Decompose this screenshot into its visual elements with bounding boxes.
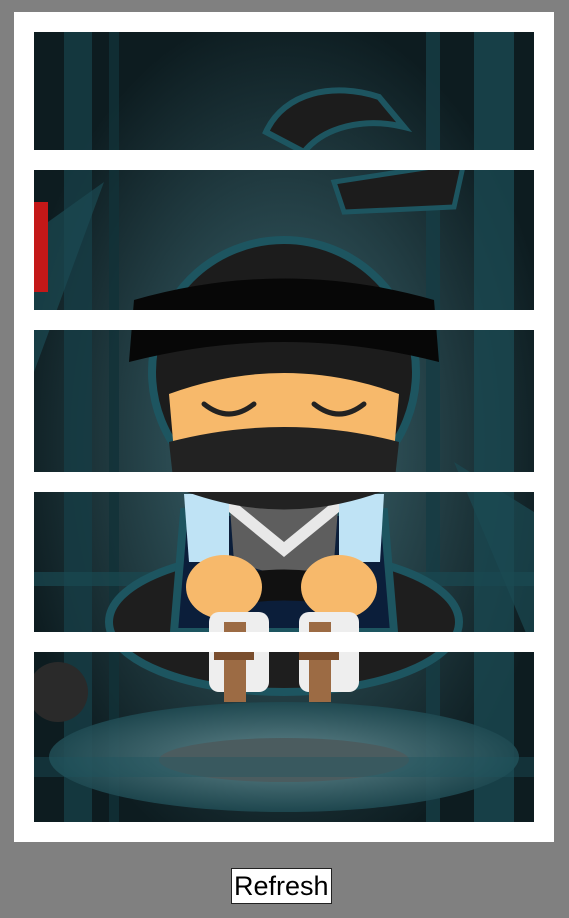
puzzle-piece-5[interactable] — [34, 652, 534, 822]
ninja-scene-image — [34, 32, 534, 150]
puzzle-piece-3[interactable] — [34, 330, 534, 472]
puzzle-piece-1[interactable] — [34, 32, 534, 150]
puzzle-piece-4[interactable] — [34, 492, 534, 632]
puzzle-board — [14, 12, 554, 842]
ninja-scene-image — [34, 492, 534, 632]
puzzle-piece-2[interactable] — [34, 170, 534, 310]
ninja-scene-image — [34, 170, 534, 310]
ninja-scene-image — [34, 330, 534, 472]
ninja-scene-image — [34, 652, 534, 822]
refresh-button[interactable]: Refresh — [231, 868, 332, 904]
